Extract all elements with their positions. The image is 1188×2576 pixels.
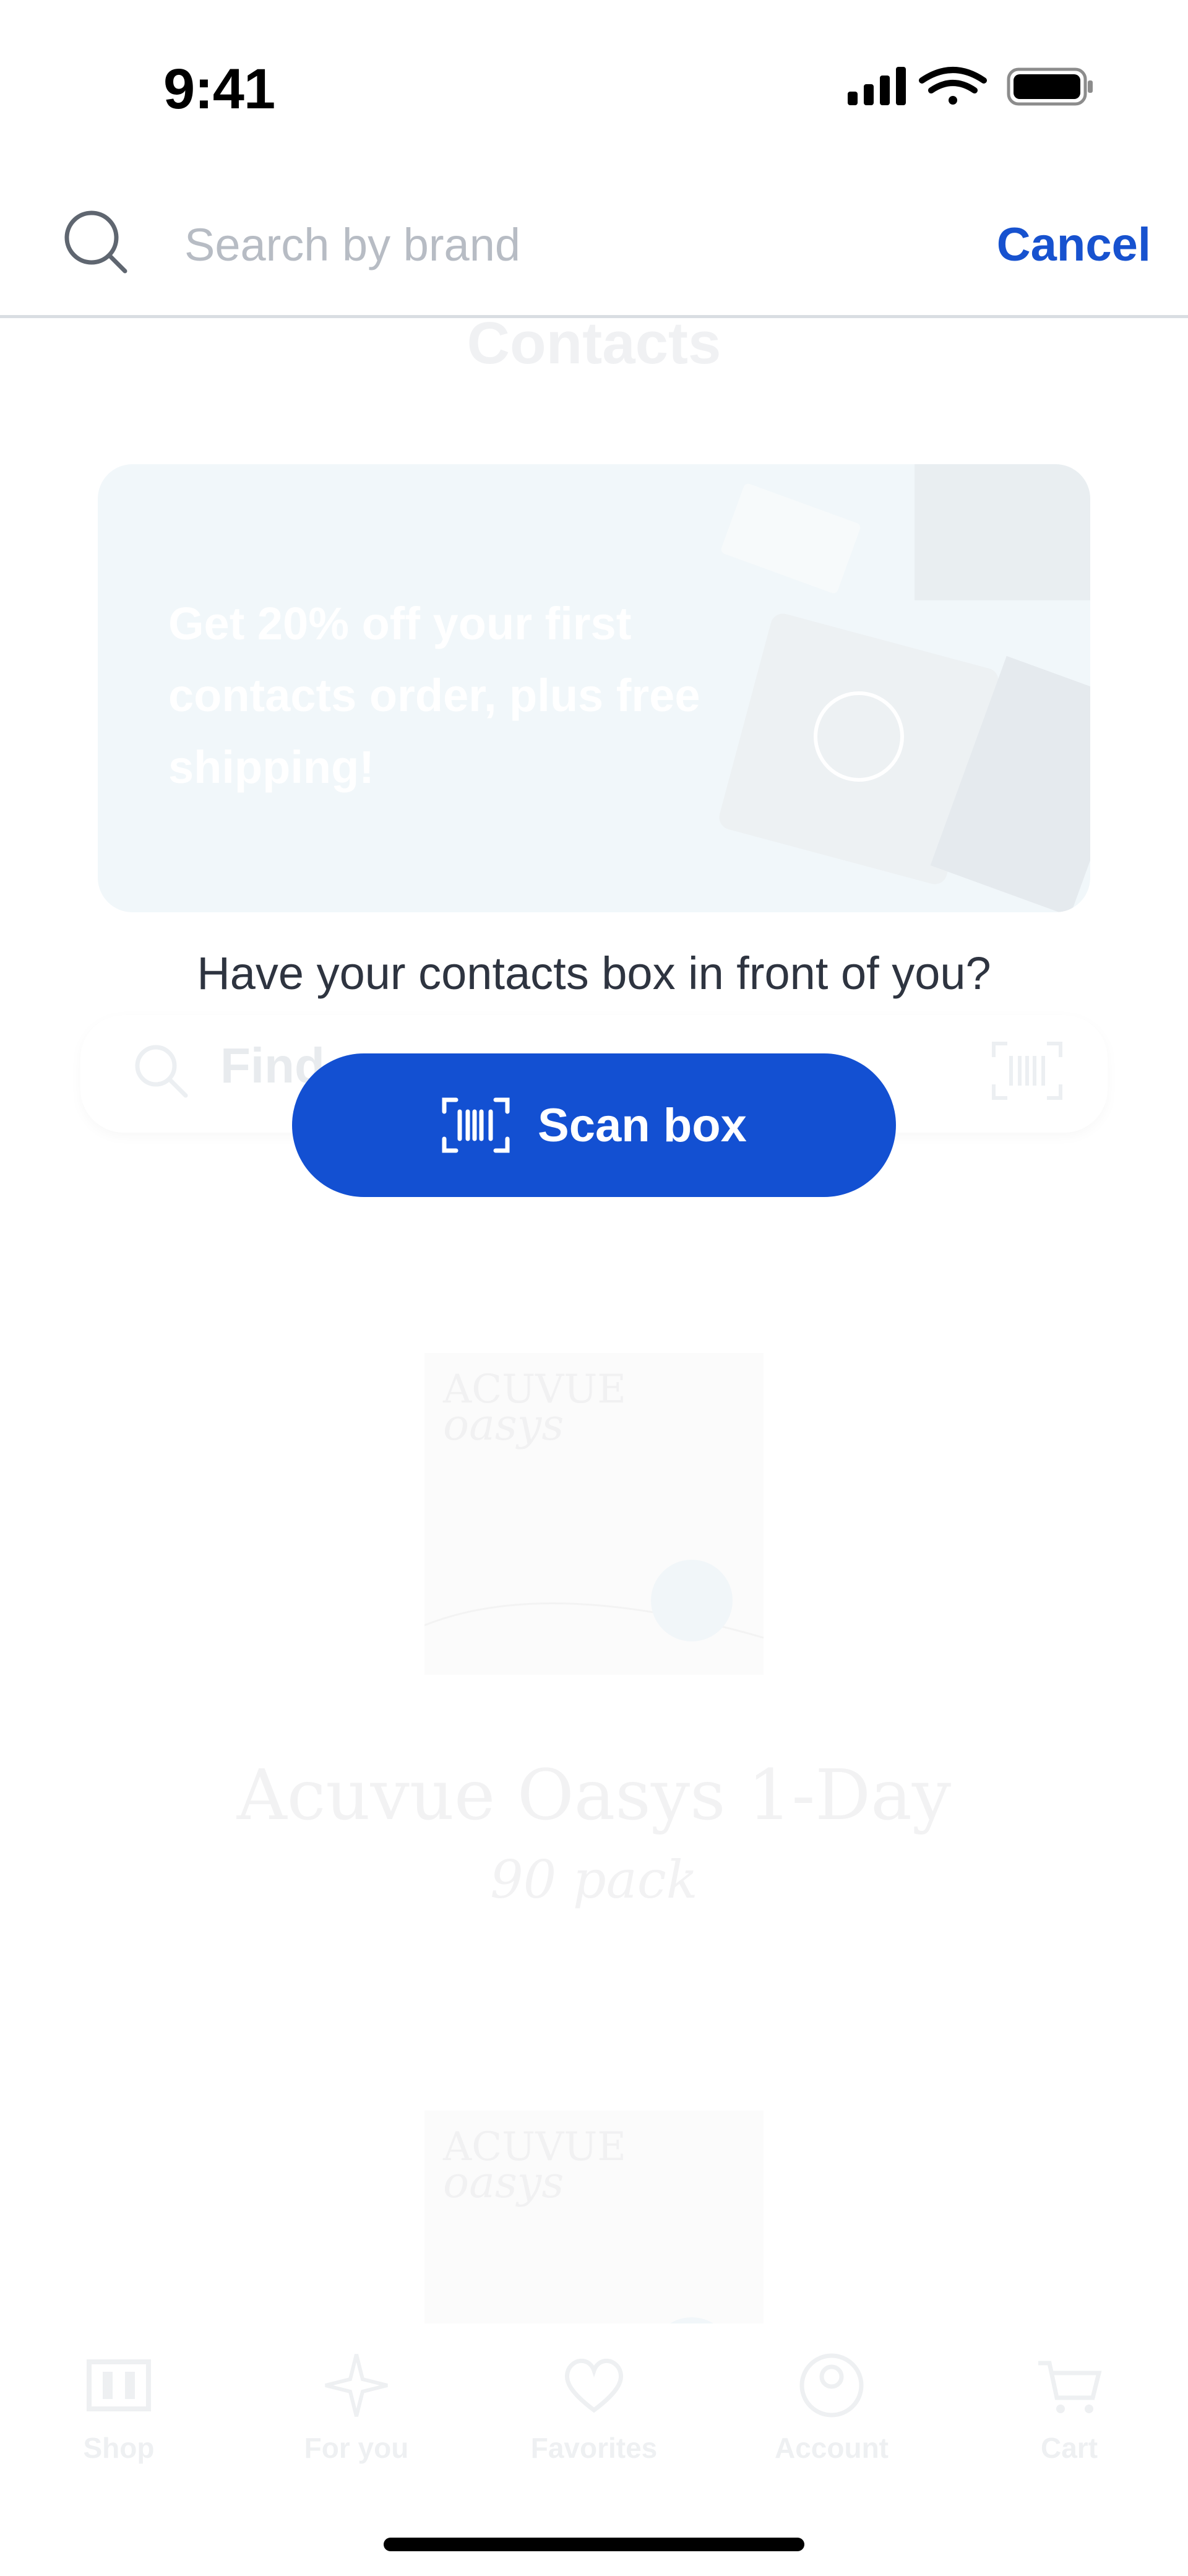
signal-icon: [848, 67, 906, 105]
product-title: Acuvue Oasys 1-Day: [236, 1755, 952, 1836]
scan-box-label: Scan box: [538, 1099, 747, 1152]
tab-label: Shop: [83, 2432, 155, 2464]
tab-label: Favorites: [530, 2432, 658, 2464]
tab-shop[interactable]: Shop: [0, 2348, 238, 2484]
shop-icon: [87, 2359, 151, 2411]
product-image: ACUVUE oasys: [424, 2111, 764, 2323]
tab-favorites[interactable]: Favorites: [475, 2348, 713, 2484]
home-indicator: [384, 2538, 804, 2551]
search-icon: [64, 210, 127, 274]
heart-icon: [564, 2359, 624, 2413]
tab-label: For you: [304, 2432, 409, 2464]
promo-text: Get 20% off your first contacts order, p…: [168, 598, 700, 793]
tab-account[interactable]: Account: [713, 2348, 950, 2484]
tab-label: Cart: [1040, 2432, 1098, 2464]
tab-for-you[interactable]: For you: [238, 2348, 475, 2484]
cart-icon: [1038, 2361, 1102, 2413]
cancel-button[interactable]: Cancel: [965, 210, 1151, 279]
status-time: 9:41: [163, 58, 275, 121]
wifi-icon: [919, 67, 987, 105]
sparkle-icon: [325, 2354, 388, 2417]
scan-prompt: Have your contacts box in front of you?: [197, 948, 991, 999]
svg-text:oasys: oasys: [443, 1399, 564, 1450]
promo-product-image: [719, 464, 1090, 912]
barcode-icon: [442, 1097, 510, 1153]
barcode-icon: [992, 1042, 1062, 1100]
status-icons: [848, 67, 1093, 106]
battery-icon: [1007, 67, 1093, 106]
search-header: Cancel: [0, 167, 1188, 318]
promo-banner: Get 20% off your first contacts order, p…: [98, 464, 1090, 912]
product-variant: 90 pack: [490, 1849, 698, 1910]
search-input[interactable]: [184, 210, 927, 279]
search-icon: [135, 1045, 188, 1098]
account-icon: [799, 2353, 864, 2418]
svg-text:oasys: oasys: [443, 2157, 564, 2208]
product-box-art: ACUVUE oasys: [442, 2124, 713, 2323]
scan-box-button[interactable]: Scan box: [292, 1053, 896, 1197]
page-title: Contacts: [467, 310, 721, 376]
tab-cart[interactable]: Cart: [950, 2348, 1188, 2484]
product-box-art: ACUVUE oasys: [424, 1367, 764, 1641]
product-image: ACUVUE oasys: [424, 1353, 764, 1675]
tab-label: Account: [775, 2432, 889, 2464]
